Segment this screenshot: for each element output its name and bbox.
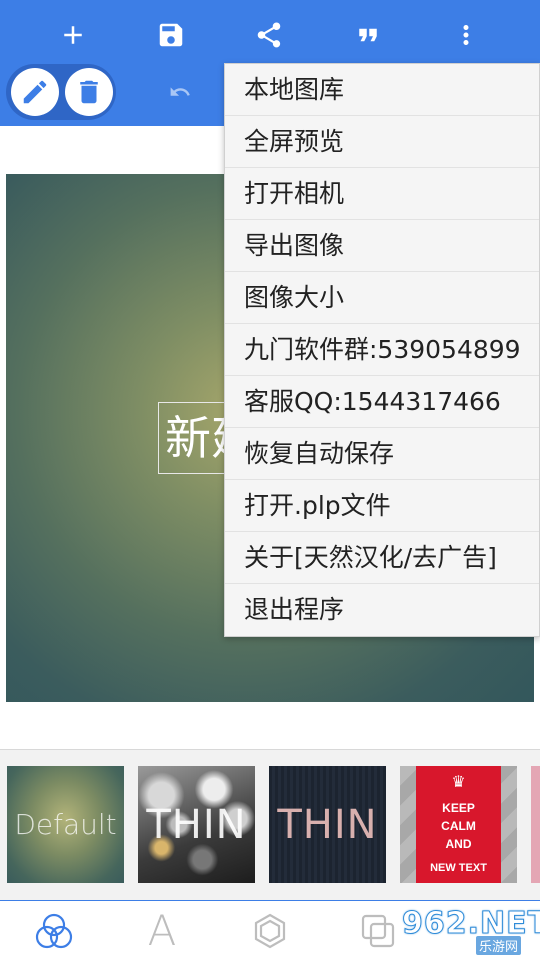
menu-item-software-group[interactable]: 九门软件群:539054899 [225, 324, 539, 376]
shape-icon [254, 913, 286, 949]
more-vert-icon [463, 25, 469, 45]
crown-icon: ♛ [451, 772, 466, 791]
add-icon [64, 26, 82, 44]
menu-item-support-qq[interactable]: 客服QQ:1544317466 [225, 376, 539, 428]
add-button[interactable] [48, 10, 98, 60]
keep-calm-line: AND [445, 837, 472, 851]
template-label: THIN [146, 801, 247, 848]
menu-item-exit[interactable]: 退出程序 [225, 584, 539, 636]
template-label: Default [14, 808, 117, 841]
save-icon [159, 23, 183, 47]
template-thumb-keep-calm[interactable]: ♛ KEEP CALM AND NEW TEXT [400, 766, 517, 883]
menu-item-image-size[interactable]: 图像大小 [225, 272, 539, 324]
menu-item-open-camera[interactable]: 打开相机 [225, 168, 539, 220]
keep-calm-line: NEW TEXT [430, 862, 487, 874]
layers-icon [35, 913, 73, 949]
delete-button[interactable] [65, 68, 113, 116]
edit-icon [23, 80, 47, 104]
nav-shape-button[interactable] [248, 909, 292, 953]
more-options-button[interactable] [441, 10, 491, 60]
menu-item-export-image[interactable]: 导出图像 [225, 220, 539, 272]
overflow-menu: 本地图库 全屏预览 打开相机 导出图像 图像大小 九门软件群:539054899… [224, 63, 540, 637]
menu-item-open-plp-file[interactable]: 打开.plp文件 [225, 480, 539, 532]
menu-item-restore-autosave[interactable]: 恢复自动保存 [225, 428, 539, 480]
undo-button[interactable] [162, 74, 198, 110]
keep-calm-line: CALM [441, 819, 476, 833]
keep-calm-line: KEEP [442, 801, 475, 815]
template-thumb-default[interactable]: Default [7, 766, 124, 883]
undo-icon [170, 87, 190, 96]
template-label: THIN [277, 801, 378, 848]
quote-button[interactable] [343, 10, 393, 60]
app-window: 新建 本地图库 全屏预览 打开相机 导出图像 图像大小 九门软件群:539054… [0, 0, 540, 960]
template-thumb-thin-bokeh[interactable]: THIN [138, 766, 255, 883]
template-strip[interactable]: Default THIN THIN ♛ KEEP CALM AND NEW TE… [0, 750, 540, 900]
menu-item-fullscreen-preview[interactable]: 全屏预览 [225, 116, 539, 168]
keep-calm-poster: ♛ KEEP CALM AND NEW TEXT [416, 766, 501, 883]
watermark-sub-text: 乐游网 [476, 936, 522, 955]
site-watermark-logo: 962.NET 乐游网 [401, 906, 540, 956]
text-icon: A [147, 906, 177, 955]
template-thumb-thin-dark[interactable]: THIN [269, 766, 386, 883]
nav-text-button[interactable]: A [140, 909, 184, 953]
share-button[interactable] [244, 10, 294, 60]
save-button[interactable] [146, 10, 196, 60]
nav-copy-button[interactable] [356, 909, 400, 953]
menu-item-about[interactable]: 关于[天然汉化/去广告] [225, 532, 539, 584]
nav-layers-button[interactable] [32, 909, 76, 953]
copy-icon [361, 914, 395, 948]
quote-icon [359, 28, 377, 42]
canvas-text-box[interactable]: 新建 [158, 402, 234, 474]
share-icon [257, 22, 281, 48]
template-thumb-partial[interactable] [531, 766, 540, 883]
menu-item-local-gallery[interactable]: 本地图库 [225, 64, 539, 116]
delete-icon [80, 80, 98, 104]
edit-button[interactable] [11, 68, 59, 116]
